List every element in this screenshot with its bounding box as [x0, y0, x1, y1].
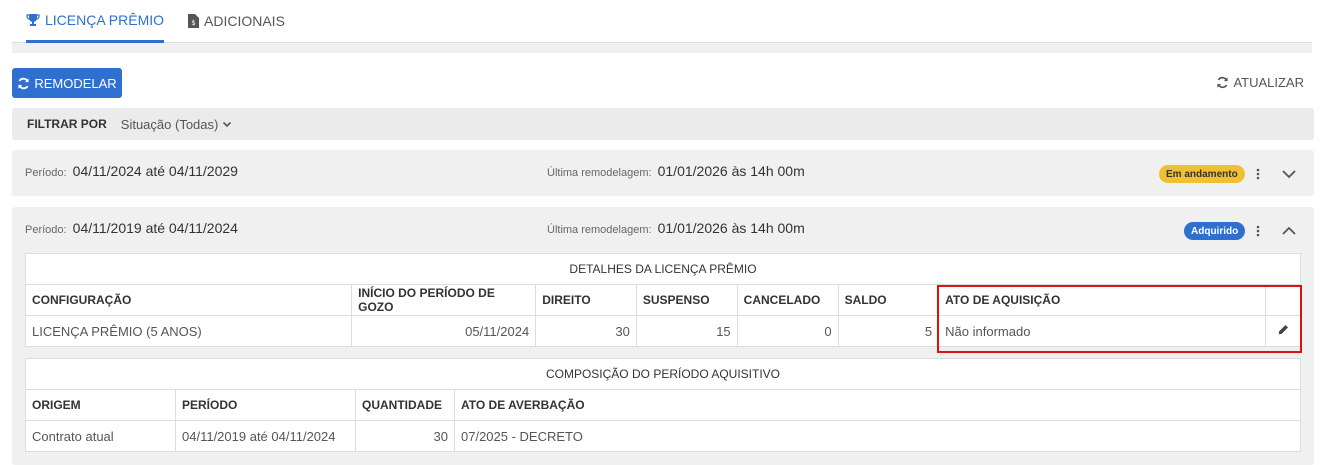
period-header[interactable]: Período: 04/11/2019 até 04/11/2024 Últim… — [12, 207, 1314, 251]
last-remodel-value: 01/01/2026 às 14h 00m — [657, 163, 805, 179]
more-options-icon[interactable] — [1253, 222, 1263, 240]
table-row: LICENÇA PRÊMIO (5 ANOS) 05/11/2024 30 15… — [24, 315, 1301, 347]
table-cell: 04/11/2019 até 04/11/2024 — [175, 420, 356, 452]
column-header: ATO DE AVERBAÇÃO — [454, 389, 1301, 421]
table-cell: Não informado — [938, 315, 1267, 347]
table-cell: Contrato atual — [25, 420, 176, 452]
composition-table: COMPOSIÇÃO DO PERÍODO AQUISITIVO ORIGEM … — [25, 358, 1301, 452]
table-cell: LICENÇA PRÊMIO (5 ANOS) — [24, 315, 353, 347]
column-header: ORIGEM — [25, 389, 176, 421]
table-cell: 0 — [736, 315, 839, 347]
column-header: QUANTIDADE — [355, 389, 455, 421]
table-cell: 5 — [837, 315, 940, 347]
filter-label: FILTRAR POR — [27, 117, 107, 131]
table-header-row: CONFIGURAÇÃO INÍCIO DO PERÍODO DE GOZO D… — [24, 284, 1301, 316]
period-value: 04/11/2019 até 04/11/2024 — [72, 220, 238, 236]
column-header: SALDO — [837, 284, 940, 316]
table-cell: 07/2025 - DECRETO — [454, 420, 1301, 452]
details-title: DETALHES DA LICENÇA PRÊMIO — [25, 253, 1301, 285]
tab-licenca-premio[interactable]: LICENÇA PRÊMIO — [26, 0, 165, 43]
refresh-button[interactable]: ATUALIZAR — [1216, 72, 1304, 92]
last-remodel-info: Última remodelagem: 01/01/2026 às 14h 00… — [547, 163, 805, 179]
filter-bar: FILTRAR POR Situação (Todas) — [12, 108, 1314, 140]
tab-bar: LICENÇA PRÊMIO $ ADICIONAIS — [12, 0, 1312, 43]
chevron-down-icon — [223, 121, 232, 128]
details-table: DETALHES DA LICENÇA PRÊMIO CONFIGURAÇÃO … — [24, 253, 1301, 347]
column-header: PERÍODO — [175, 389, 356, 421]
column-header-actions — [1265, 284, 1301, 316]
period-info: Período: 04/11/2019 até 04/11/2024 — [25, 220, 238, 236]
last-remodel-info: Última remodelagem: 01/01/2026 às 14h 00… — [547, 220, 805, 236]
last-remodel-label: Última remodelagem: — [547, 167, 652, 179]
chevron-down-icon[interactable] — [1281, 166, 1297, 182]
tab-label: ADICIONAIS — [204, 13, 285, 29]
trophy-icon — [26, 14, 40, 26]
period-value: 04/11/2024 até 04/11/2029 — [72, 163, 238, 179]
status-filter-dropdown[interactable]: Situação (Todas) — [121, 117, 233, 132]
edit-button[interactable] — [1265, 315, 1301, 347]
table-row: Contrato atual 04/11/2019 até 04/11/2024… — [25, 420, 1301, 452]
period-header[interactable]: Período: 04/11/2024 até 04/11/2029 Últim… — [12, 150, 1314, 194]
table-header-row: ORIGEM PERÍODO QUANTIDADE ATO DE AVERBAÇ… — [25, 389, 1301, 421]
column-header: INÍCIO DO PERÍODO DE GOZO — [351, 284, 537, 316]
table-cell: 30 — [355, 420, 455, 452]
period-info: Período: 04/11/2024 até 04/11/2029 — [25, 163, 238, 179]
filter-value: Situação (Todas) — [120, 116, 219, 132]
composition-title: COMPOSIÇÃO DO PERÍODO AQUISITIVO — [25, 358, 1301, 390]
column-header: ATO DE AQUISIÇÃO — [938, 284, 1267, 316]
status-badge: Adquirido — [1184, 222, 1246, 240]
document-money-icon: $ — [188, 14, 199, 28]
period-label: Período: — [25, 167, 67, 179]
table-cell: 05/11/2024 — [351, 315, 537, 347]
last-remodel-label: Última remodelagem: — [547, 224, 652, 236]
period-card: Período: 04/11/2019 até 04/11/2024 Últim… — [12, 207, 1314, 465]
column-header: CANCELADO — [736, 284, 839, 316]
refresh-icon — [1217, 76, 1229, 88]
period-card: Período: 04/11/2024 até 04/11/2029 Últim… — [12, 150, 1314, 196]
table-cell: 15 — [635, 315, 738, 347]
refresh-label: ATUALIZAR — [1233, 74, 1304, 90]
tab-label: LICENÇA PRÊMIO — [45, 12, 165, 28]
pencil-icon — [1278, 324, 1288, 334]
refresh-icon — [18, 77, 29, 89]
remodel-label: REMODELAR — [34, 75, 117, 91]
more-options-icon[interactable] — [1253, 165, 1263, 183]
table-cell: 30 — [535, 315, 637, 347]
tab-content-separator — [12, 43, 1312, 53]
column-header: SUSPENSO — [635, 284, 738, 316]
tab-adicionais[interactable]: $ ADICIONAIS — [188, 0, 285, 42]
chevron-up-icon[interactable] — [1281, 223, 1297, 239]
svg-text:$: $ — [191, 19, 195, 27]
remodel-button[interactable]: REMODELAR — [12, 68, 122, 98]
column-header: CONFIGURAÇÃO — [24, 284, 353, 316]
column-header: DIREITO — [535, 284, 637, 316]
last-remodel-value: 01/01/2026 às 14h 00m — [657, 220, 805, 236]
status-badge: Em andamento — [1159, 165, 1245, 183]
period-label: Período: — [25, 224, 67, 236]
